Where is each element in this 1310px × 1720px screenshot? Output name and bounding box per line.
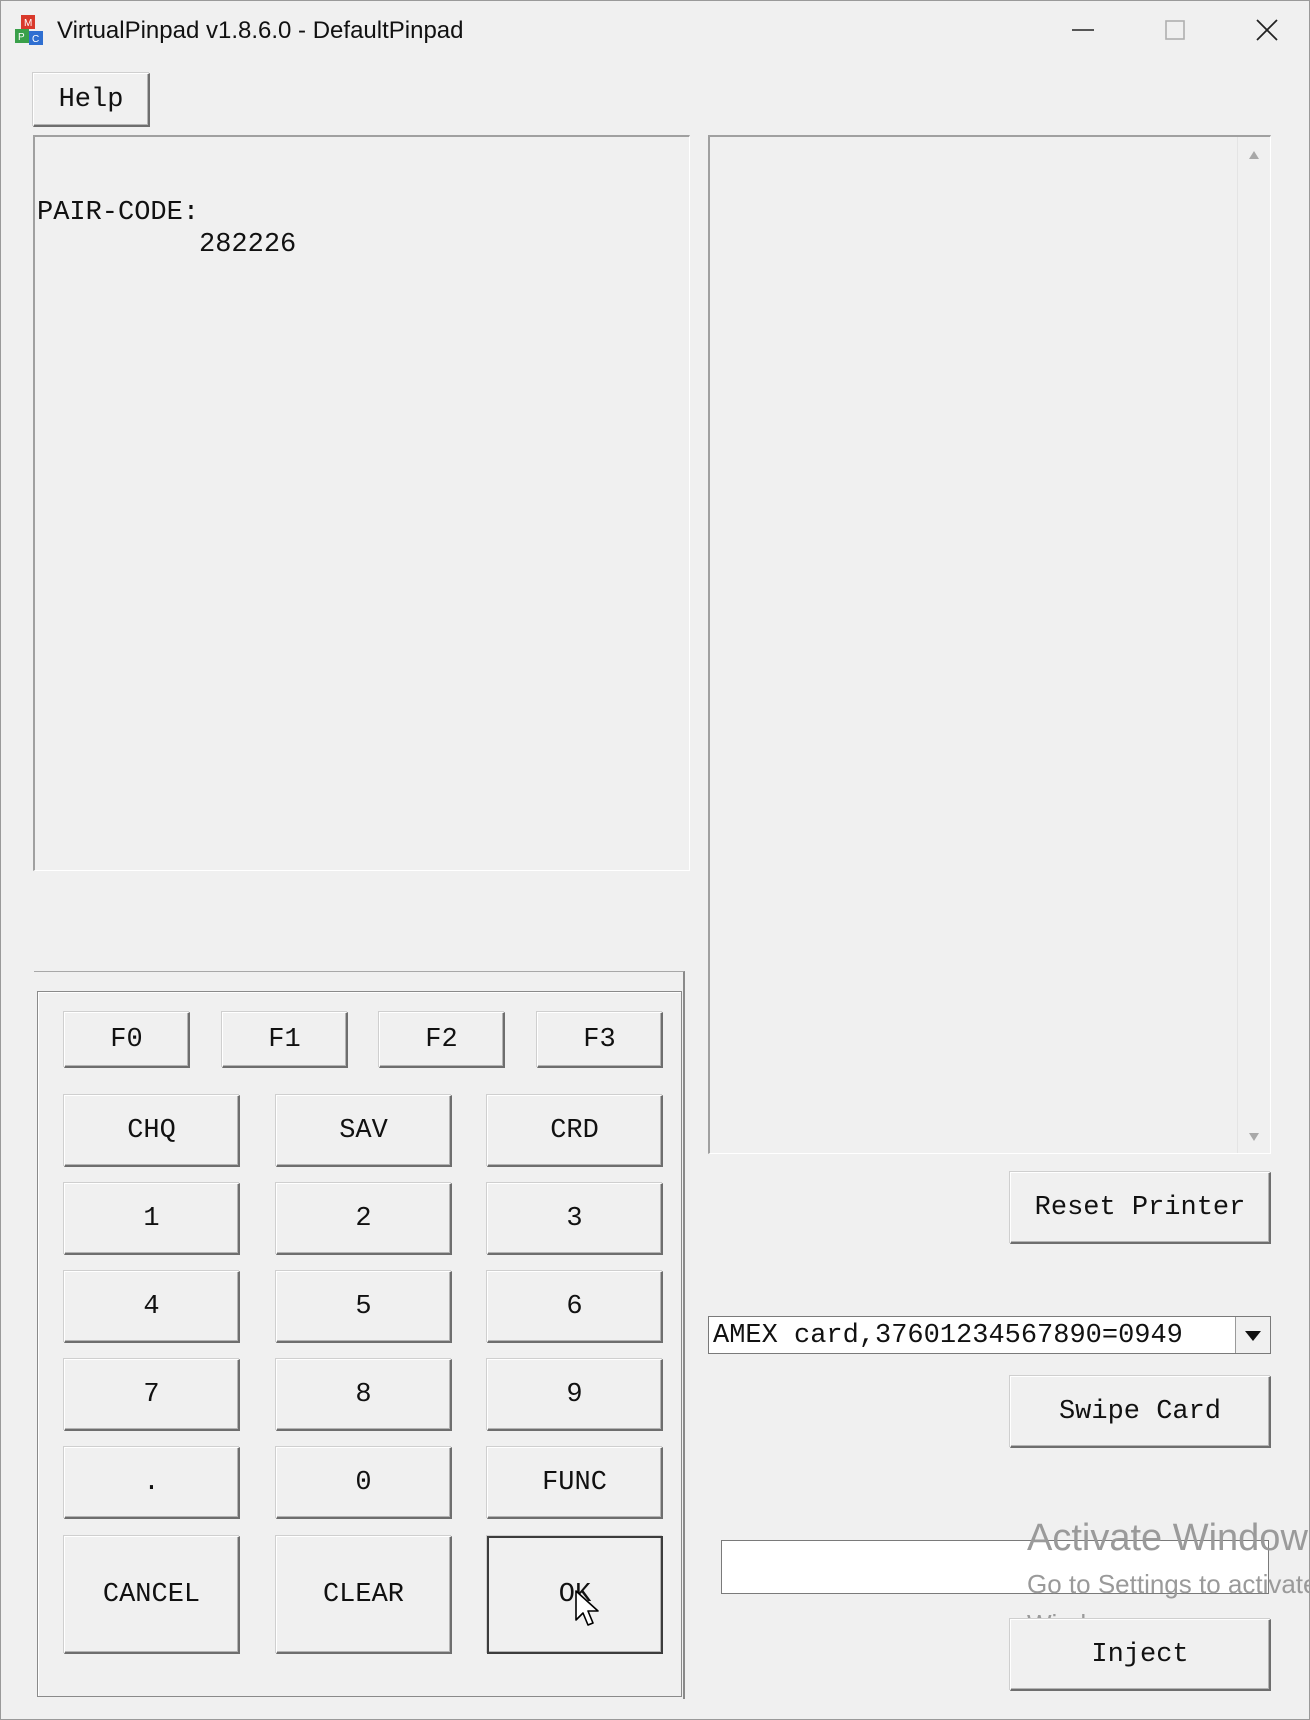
cancel-button[interactable]: CANCEL [64, 1536, 240, 1654]
clear-button[interactable]: CLEAR [276, 1536, 452, 1654]
key-f1[interactable]: F1 [222, 1012, 348, 1068]
key-func[interactable]: FUNC [487, 1447, 663, 1519]
key-5[interactable]: 5 [276, 1271, 452, 1343]
activation-watermark-line-1: Go to Settings to activate [1027, 1569, 1310, 1599]
close-icon [1256, 19, 1278, 41]
app-icon: M P C [13, 13, 45, 47]
mouse-cursor-icon [575, 1590, 599, 1626]
key-0[interactable]: 0 [276, 1447, 452, 1519]
swipe-card-button[interactable]: Swipe Card [1010, 1376, 1271, 1448]
key-4[interactable]: 4 [64, 1271, 240, 1343]
reset-printer-button[interactable]: Reset Printer [1010, 1172, 1271, 1244]
minimize-button[interactable] [1037, 1, 1129, 59]
window-title: VirtualPinpad v1.8.6.0 - DefaultPinpad [57, 17, 464, 44]
svg-text:M: M [24, 18, 32, 29]
maximize-button[interactable] [1129, 1, 1221, 59]
close-button[interactable] [1221, 1, 1310, 59]
card-select-toggle[interactable] [1235, 1317, 1270, 1353]
key-f3[interactable]: F3 [537, 1012, 663, 1068]
maximize-icon [1165, 20, 1185, 40]
card-select-value: AMEX card,37601234567890=0949 [713, 1321, 1183, 1351]
key-1[interactable]: 1 [64, 1183, 240, 1255]
help-button[interactable]: Help [33, 73, 150, 127]
inject-button[interactable]: Inject [1010, 1619, 1271, 1691]
key-f0[interactable]: F0 [64, 1012, 190, 1068]
display-line-2: 282226 [37, 230, 297, 260]
scroll-up-icon[interactable] [1249, 151, 1259, 159]
key-3[interactable]: 3 [487, 1183, 663, 1255]
key-9[interactable]: 9 [487, 1359, 663, 1431]
display-text: PAIR-CODE: 282226 [37, 197, 296, 261]
card-select[interactable]: AMEX card,37601234567890=0949 [708, 1316, 1271, 1354]
key-f2[interactable]: F2 [379, 1012, 505, 1068]
key-decimal[interactable]: . [64, 1447, 240, 1519]
key-7[interactable]: 7 [64, 1359, 240, 1431]
key-chq[interactable]: CHQ [64, 1095, 240, 1167]
app-window: M P C VirtualPinpad v1.8.6.0 - DefaultPi… [0, 0, 1310, 1720]
activation-watermark-title: Activate Windows [1027, 1517, 1310, 1559]
scroll-down-icon[interactable] [1249, 1133, 1259, 1141]
printer-output [708, 135, 1271, 1154]
printer-scrollbar[interactable] [1237, 137, 1270, 1153]
key-8[interactable]: 8 [276, 1359, 452, 1431]
svg-text:C: C [32, 34, 39, 45]
pinpad-display: PAIR-CODE: 282226 [33, 135, 690, 871]
chevron-down-icon [1245, 1331, 1261, 1341]
key-6[interactable]: 6 [487, 1271, 663, 1343]
key-crd[interactable]: CRD [487, 1095, 663, 1167]
minimize-icon [1072, 29, 1094, 31]
key-sav[interactable]: SAV [276, 1095, 452, 1167]
key-2[interactable]: 2 [276, 1183, 452, 1255]
svg-text:P: P [18, 32, 25, 43]
display-line-1: PAIR-CODE: [37, 198, 200, 228]
title-bar[interactable]: M P C VirtualPinpad v1.8.6.0 - DefaultPi… [1, 1, 1309, 59]
